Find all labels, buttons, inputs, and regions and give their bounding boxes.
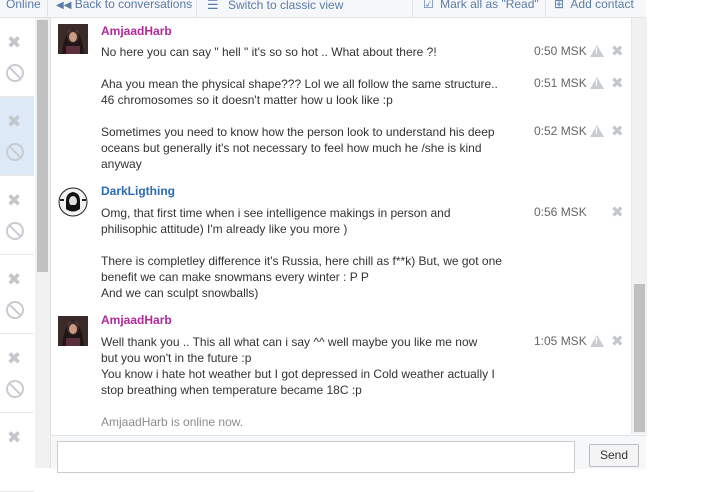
avatar[interactable] <box>58 24 88 54</box>
message-text: There is completley difference it's Russ… <box>101 254 502 300</box>
message-time: 0:52 MSK <box>534 124 587 138</box>
delete-icon[interactable]: ✖ <box>611 124 624 139</box>
message-time: 0:56 MSK <box>534 205 587 219</box>
message-text: Aha you mean the physical shape??? Lol w… <box>101 77 498 107</box>
divider <box>412 0 413 17</box>
divider <box>545 0 546 17</box>
block-icon[interactable] <box>6 380 24 398</box>
conversation-item-active[interactable]: ✖ <box>0 97 34 176</box>
block-icon[interactable] <box>6 301 24 319</box>
plus-box-icon: ⊞ <box>554 0 565 11</box>
classic-view-label: Switch to classic view <box>228 0 344 12</box>
divider <box>196 0 197 17</box>
message-text: Well thank you .. This all what can i sa… <box>101 335 495 397</box>
scrollbar-thumb[interactable] <box>634 284 645 432</box>
message-author[interactable]: AmjaadHarb <box>101 313 172 327</box>
message-text: Omg, that first time when i see intellig… <box>101 206 451 236</box>
back-to-conversations-link[interactable]: ◀◀ Back to conversations <box>56 0 192 11</box>
message-author[interactable]: DarkLigthing <box>101 184 175 198</box>
delete-icon[interactable]: ✖ <box>611 334 624 349</box>
message-time: 1:05 MSK <box>534 334 587 348</box>
chat-scrollbar[interactable] <box>631 18 647 434</box>
avatar[interactable] <box>58 187 88 217</box>
message-input[interactable] <box>57 441 575 473</box>
report-icon[interactable] <box>590 125 604 137</box>
classic-view-link[interactable]: ☰ Switch to classic view <box>207 0 343 13</box>
avatar[interactable] <box>58 316 88 346</box>
message-text: No here you can say " hell " it's so so … <box>101 45 437 59</box>
report-icon[interactable] <box>590 77 604 89</box>
message-composer: Send <box>51 435 646 473</box>
message-author[interactable]: AmjaadHarb <box>101 24 172 38</box>
conversation-item[interactable]: ✖ <box>0 334 34 413</box>
scrollbar-thumb[interactable] <box>37 20 48 272</box>
close-icon[interactable]: ✖ <box>7 34 21 51</box>
message-time: 0:50 MSK <box>534 44 587 58</box>
conversation-item[interactable]: ✖ <box>0 176 34 255</box>
conversation-item[interactable]: ✖ <box>0 18 34 97</box>
close-icon[interactable]: ✖ <box>7 271 21 288</box>
message-time: 0:51 MSK <box>534 76 587 90</box>
add-contact-link[interactable]: ⊞ Add contact <box>554 0 634 11</box>
checkbox-icon: ☑ <box>423 0 434 11</box>
report-icon[interactable] <box>590 335 604 347</box>
mark-all-read-link[interactable]: ☑ Mark all as "Read" <box>423 0 539 11</box>
close-icon[interactable]: ✖ <box>7 192 21 209</box>
block-icon[interactable] <box>6 222 24 240</box>
delete-icon[interactable]: ✖ <box>611 44 624 59</box>
delete-icon[interactable]: ✖ <box>611 76 624 91</box>
close-icon[interactable]: ✖ <box>7 429 21 446</box>
block-icon[interactable] <box>6 64 24 82</box>
online-filter[interactable]: Online <box>6 0 41 11</box>
mark-read-label: Mark all as "Read" <box>440 0 539 11</box>
close-icon[interactable]: ✖ <box>7 113 21 130</box>
double-left-arrow-icon: ◀◀ <box>56 0 72 11</box>
close-icon[interactable]: ✖ <box>7 350 21 367</box>
back-label: Back to conversations <box>74 0 193 11</box>
conversation-list-scrollbar[interactable] <box>35 18 51 468</box>
chat-history: AmjaadHarb No here you can say " hell " … <box>51 18 631 434</box>
conversation-item[interactable]: ✖ <box>0 413 34 492</box>
send-button[interactable]: Send <box>589 444 639 467</box>
online-status: AmjaadHarb is online now. <box>101 415 244 429</box>
delete-icon[interactable]: ✖ <box>611 205 624 220</box>
message-text: Sometimes you need to know how the perso… <box>101 125 495 171</box>
conversation-list: ✖ ✖ ✖ ✖ ✖ ✖ <box>0 18 34 492</box>
menu-icon: ☰ <box>207 0 219 12</box>
conversation-item[interactable]: ✖ <box>0 255 34 334</box>
divider <box>47 0 48 17</box>
top-toolbar: Online ◀◀ Back to conversations ☰ Switch… <box>0 0 646 18</box>
block-icon[interactable] <box>6 143 24 161</box>
add-contact-label: Add contact <box>570 0 634 11</box>
report-icon[interactable] <box>590 45 604 57</box>
